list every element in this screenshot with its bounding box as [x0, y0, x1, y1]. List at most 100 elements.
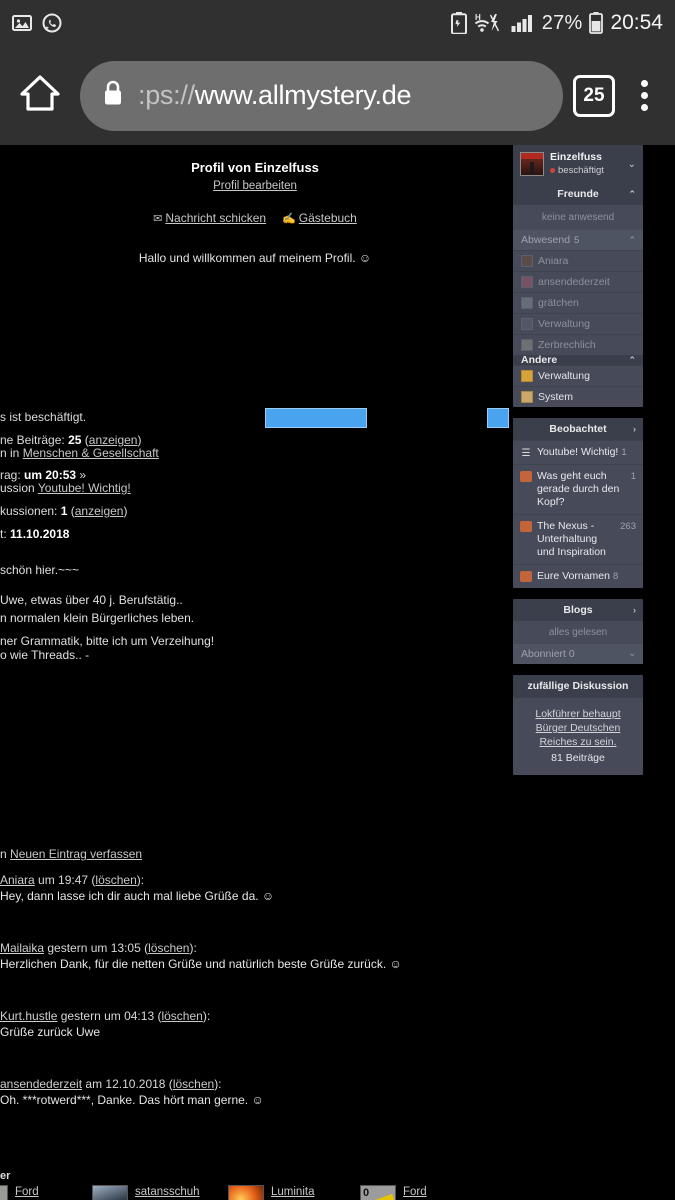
send-message-link[interactable]: Nachricht schicken — [165, 211, 266, 225]
random-discussion-title: zufällige Diskussion — [527, 680, 629, 692]
other-name: System — [538, 391, 574, 403]
status-dot-busy-icon — [550, 168, 555, 173]
current-user-header[interactable]: Einzelfuss beschäftigt ⌄ — [513, 145, 643, 183]
friend-row-ansendederzeit[interactable]: ansendederzeit — [513, 271, 643, 292]
friends-card: Einzelfuss beschäftigt ⌄ Freunde ⌃ keine… — [513, 145, 643, 407]
category-link[interactable]: Menschen & Gesellschaft — [23, 446, 159, 460]
tab-switcher-button[interactable]: 25 — [573, 74, 615, 117]
bio-line-2: Uwe, etwas über 40 j. Berufstätig.. — [0, 593, 183, 607]
watched-item-title: Was geht euch gerade durch den Kopf? — [537, 470, 620, 508]
friends-section-header[interactable]: Freunde ⌃ — [513, 183, 643, 205]
blogs-subscribed-count: 0 — [568, 648, 575, 660]
whatsapp-icon — [42, 13, 62, 33]
watched-item[interactable]: Eure Vornamen 8 — [513, 564, 643, 588]
current-user-status-label: beschäftigt — [558, 165, 604, 176]
guestbook-delete-link[interactable]: löschen — [161, 1009, 202, 1023]
guestbook-author-link[interactable]: Aniara — [0, 873, 35, 887]
discussions-show-link[interactable]: anzeigen — [75, 504, 124, 518]
member-since-value: 11.10.2018 — [10, 527, 70, 541]
random-discussion-body: Lokführer behaupt Bürger Deutschen Reich… — [513, 697, 643, 775]
avatar — [520, 152, 544, 176]
chevron-up-icon[interactable]: ⌃ — [628, 355, 636, 366]
thumbnail-item[interactable]: Ford m 20:53 — [0, 1185, 55, 1200]
chevron-up-icon[interactable]: ⌃ — [628, 235, 636, 246]
guestbook-delete-link[interactable]: löschen — [95, 873, 136, 887]
friend-name: ansendederzeit — [538, 276, 610, 288]
edit-profile-link[interactable]: Profil bearbeiten — [213, 180, 297, 192]
friend-avatar-icon — [521, 297, 533, 309]
system-icon — [521, 391, 533, 403]
current-user-status: beschäftigt — [550, 165, 604, 177]
guestbook-delete-link[interactable]: löschen — [148, 941, 189, 955]
friend-row-aniara[interactable]: Aniara — [513, 250, 643, 271]
blogs-section-header[interactable]: Blogs › — [513, 599, 643, 621]
friends-away-count: 5 — [574, 234, 580, 246]
current-user-meta: Einzelfuss beschäftigt — [550, 151, 604, 177]
watched-item[interactable]: Was geht euch gerade durch den Kopf? 1 — [513, 464, 643, 514]
lock-icon — [102, 79, 124, 112]
blogs-subscribed-row[interactable]: Abonniert 0 ⌄ — [513, 644, 643, 664]
thumbnail-user-link[interactable]: Ford — [15, 1185, 55, 1200]
overflow-menu-icon[interactable] — [627, 80, 661, 111]
guestbook-author-link[interactable]: Mailaika — [0, 941, 44, 955]
friend-avatar-icon — [521, 318, 533, 330]
other-row-system[interactable]: System — [513, 386, 643, 407]
thumbnail-item[interactable]: 0 Ford um 20:51 — [360, 1185, 449, 1200]
photo-icon — [12, 13, 32, 33]
home-button[interactable] — [14, 73, 66, 118]
browser-toolbar: :ps://www.allmystery.de 25 — [0, 46, 675, 145]
random-discussion-card: zufällige Diskussion Lokführer behaupt B… — [513, 675, 643, 775]
other-row-verwaltung[interactable]: Verwaltung — [513, 365, 643, 386]
page-title: Profil von Einzelfuss — [191, 160, 319, 175]
new-guestbook-entry-link[interactable]: Neuen Eintrag verfassen — [10, 847, 142, 861]
guestbook-time: am 12.10.2018 — [85, 1077, 166, 1091]
thumbnail-image — [0, 1185, 8, 1200]
chevron-right-icon[interactable]: › — [633, 605, 636, 615]
friends-away-header[interactable]: Abwesend 5 ⌃ — [513, 230, 643, 250]
guestbook-delete-link[interactable]: löschen — [173, 1077, 214, 1091]
thumbnail-user-link[interactable]: Luminita — [271, 1185, 317, 1200]
category-prefix: n in — [0, 446, 20, 460]
thumbnail-image: 0 — [360, 1185, 397, 1200]
friends-other-title: Andere — [521, 354, 558, 366]
guestbook-text: Grüße zurück Uwe — [0, 1025, 101, 1039]
watched-item[interactable]: The Nexus - Unterhaltung und Inspiration… — [513, 514, 643, 564]
guestbook-link[interactable]: Gästebuch — [299, 211, 357, 225]
thumbnail-user-link[interactable]: satansschuh — [135, 1185, 200, 1200]
url-text: :ps://www.allmystery.de — [138, 80, 411, 111]
friend-row-zerbrechlich[interactable]: Zerbrechlich — [513, 334, 643, 355]
chevron-right-icon[interactable]: › — [633, 424, 636, 434]
chevron-up-icon[interactable]: ⌃ — [628, 189, 636, 200]
thumbnail-user-link[interactable]: Ford — [403, 1185, 449, 1200]
chevron-down-icon[interactable]: ⌄ — [628, 648, 636, 659]
profile-greeting: Hallo und willkommen auf meinem Profil. … — [138, 251, 372, 265]
broken-image-placeholder-1 — [265, 408, 367, 428]
guestbook-text: Hey, dann lasse ich dir auch mal liebe G… — [0, 889, 275, 903]
thumbnail-item[interactable]: Luminita um 20:52 — [228, 1185, 317, 1200]
random-discussion-link[interactable]: Lokführer behaupt Bürger Deutschen Reich… — [521, 707, 635, 749]
discussion-prefix: ussion — [0, 481, 35, 495]
guestbook-author-link[interactable]: ansendederzeit — [0, 1077, 82, 1091]
friend-name: grätchen — [538, 297, 579, 309]
friend-row-verwaltung[interactable]: Verwaltung — [513, 313, 643, 334]
url-scheme: :ps:// — [138, 80, 195, 110]
friends-other-header[interactable]: Andere ⌃ — [513, 354, 643, 366]
guestbook-author-link[interactable]: Kurt.hustle — [0, 1009, 57, 1023]
battery-saver-icon — [450, 12, 467, 34]
watched-section-header[interactable]: Beobachtet › — [513, 418, 643, 440]
thread-icon — [520, 571, 532, 582]
watched-item[interactable]: ☰ Youtube! Wichtig! 1 — [513, 440, 643, 464]
bio-line-5: o wie Threads.. - — [0, 648, 90, 662]
friend-name: Verwaltung — [538, 318, 590, 330]
thumbnail-meta: Luminita um 20:52 — [271, 1185, 317, 1200]
chevron-down-icon[interactable]: ⌄ — [628, 159, 636, 170]
battery-icon — [589, 12, 604, 34]
envelope-icon: ✉ — [153, 213, 163, 225]
thread-icon — [520, 521, 532, 532]
friend-row-graetchen[interactable]: grätchen — [513, 292, 643, 313]
thumbnail-item[interactable]: satansschuh um 20:53 — [92, 1185, 200, 1200]
discussion-link[interactable]: Youtube! Wichtig! — [38, 481, 131, 495]
address-bar[interactable]: :ps://www.allmystery.de — [80, 60, 563, 131]
web-page-viewport[interactable]: Profil von Einzelfuss Profil bearbeiten … — [0, 145, 675, 1200]
broken-image-placeholder-2 — [487, 408, 509, 428]
